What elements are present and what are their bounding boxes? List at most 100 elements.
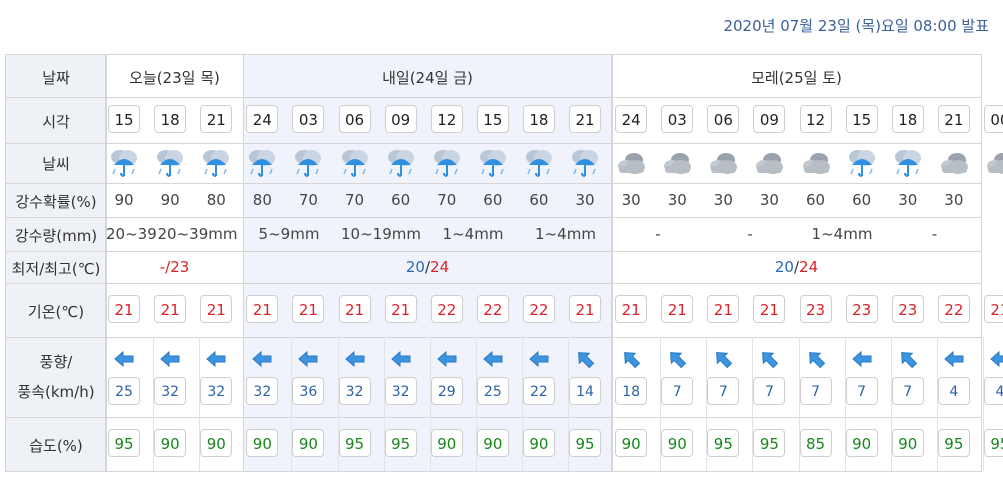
- humidity-value: 90: [430, 429, 463, 457]
- wind-direction-icon: [204, 347, 228, 371]
- precip-amt-cell: -: [931, 225, 938, 243]
- wind-speed-value: 32: [154, 377, 187, 405]
- wind-direction-icon: [250, 347, 274, 371]
- precip-prob-value: 70: [345, 191, 365, 209]
- min-temp: 20: [774, 258, 794, 276]
- temp-value: 23: [891, 295, 924, 323]
- minmax-tomorrow: 20/24: [243, 258, 612, 276]
- wind-direction-icon: [711, 347, 735, 371]
- rain-icon: [383, 145, 419, 181]
- hour-label: 09: [384, 105, 417, 133]
- column-divider: [199, 337, 201, 471]
- precip-prob-value: 30: [667, 191, 687, 209]
- row-label-humidity: 습도(%): [29, 437, 83, 455]
- hour-label: 15: [845, 105, 878, 133]
- precip-prob-value: 30: [621, 191, 641, 209]
- hour-label: 12: [430, 105, 463, 133]
- precip-prob-value: 80: [252, 191, 272, 209]
- humidity-value: 90: [246, 429, 279, 457]
- hour-label: 18: [154, 105, 187, 133]
- rain-icon: [521, 145, 557, 181]
- precip-prob-value: 70: [437, 191, 457, 209]
- hour-label: 06: [338, 105, 371, 133]
- min-temp: 20: [405, 258, 425, 276]
- precip-prob-value: 90: [114, 191, 134, 209]
- humidity-value: 95: [707, 429, 740, 457]
- column-divider: [752, 337, 754, 471]
- wind-direction-icon: [665, 347, 689, 371]
- temp-value: 21: [108, 295, 141, 323]
- humidity-value: 95: [983, 429, 1003, 457]
- column-divider: [337, 337, 339, 471]
- humidity-value: 95: [338, 429, 371, 457]
- column-divider: [429, 337, 431, 471]
- precip-prob-value: 60: [806, 191, 826, 209]
- humidity-value: 95: [753, 429, 786, 457]
- precip-prob-value: 70: [298, 191, 318, 209]
- hour-label: 15: [476, 105, 509, 133]
- wind-direction-icon: [343, 347, 367, 371]
- hour-label: 09: [753, 105, 786, 133]
- precip-amt-cell: -: [655, 225, 661, 243]
- humidity-value: 95: [108, 429, 141, 457]
- row-label-wind-speed: 풍속(km/h): [17, 383, 95, 401]
- rain-icon: [337, 145, 373, 181]
- hour-label: 03: [661, 105, 694, 133]
- precip-prob-value: 60: [391, 191, 411, 209]
- humidity-value: 90: [154, 429, 187, 457]
- wind-speed-value: 7: [845, 377, 878, 405]
- wind-direction-icon: [481, 347, 505, 371]
- temp-value: 21: [200, 295, 233, 323]
- rain-icon: [429, 145, 465, 181]
- temp-value: 21: [154, 295, 187, 323]
- row-label-date: 날짜: [42, 69, 70, 87]
- wind-direction-icon: [757, 347, 781, 371]
- row-label-temp: 기온(℃): [27, 303, 85, 321]
- hour-label: 18: [522, 105, 555, 133]
- precip-amt-cell: 20~39mm: [157, 225, 238, 243]
- temp-value: 21: [292, 295, 325, 323]
- hour-label: 15: [108, 105, 141, 133]
- wind-speed-value: 32: [200, 377, 233, 405]
- rain-icon: [890, 145, 926, 181]
- column-divider: [982, 337, 984, 471]
- wind-speed-value: 32: [384, 377, 417, 405]
- wind-direction-icon: [896, 347, 920, 371]
- precip-prob-value: 30: [898, 191, 918, 209]
- temp-value: 22: [430, 295, 463, 323]
- hour-label: 21: [200, 105, 233, 133]
- column-divider: [706, 337, 708, 471]
- cloudy-icon: [613, 145, 649, 181]
- temp-value: 23: [845, 295, 878, 323]
- precip-prob-value: 60: [483, 191, 503, 209]
- wind-direction-icon: [804, 347, 828, 371]
- wind-direction-icon: [435, 347, 459, 371]
- humidity-value: 90: [615, 429, 648, 457]
- precip-amt-cell: -: [747, 225, 753, 243]
- rain-icon: [244, 145, 280, 181]
- column-divider: [660, 337, 662, 471]
- temp-value: 21: [569, 295, 602, 323]
- precip-amt-cell: 1~4mm: [442, 225, 504, 243]
- cloudy-icon: [751, 145, 787, 181]
- temp-value: 21: [753, 295, 786, 323]
- cloudy-icon: [659, 145, 695, 181]
- wind-speed-value: 18: [615, 377, 648, 405]
- precip-amt-cell: 5~9mm: [258, 225, 320, 243]
- hour-label: 24: [246, 105, 279, 133]
- humidity-value: 95: [937, 429, 970, 457]
- wind-speed-value: 32: [246, 377, 279, 405]
- wind-speed-value: 32: [338, 377, 371, 405]
- temp-value: 21: [615, 295, 648, 323]
- wind-speed-value: 25: [108, 377, 141, 405]
- wind-speed-value: 4: [983, 377, 1003, 405]
- column-divider: [798, 337, 800, 471]
- wind-speed-value: 4: [937, 377, 970, 405]
- rain-icon: [475, 145, 511, 181]
- column-divider: [383, 337, 385, 471]
- precip-prob-value: 80: [206, 191, 226, 209]
- day-today: 오늘(23일 목): [129, 69, 220, 87]
- precip-prob-value: 30: [759, 191, 779, 209]
- humidity-value: 95: [384, 429, 417, 457]
- max-temp: 24: [430, 258, 450, 276]
